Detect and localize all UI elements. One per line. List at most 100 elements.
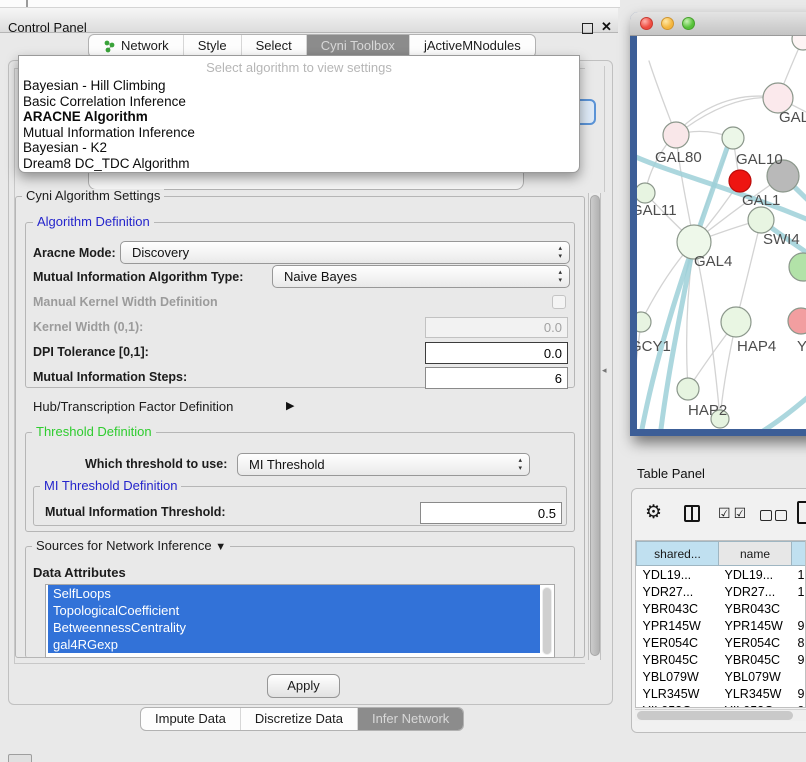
network-node-label: GAL1 <box>742 192 780 209</box>
show-columns-icon[interactable]: ☑☑ <box>718 505 749 522</box>
table-cell: YBR045C <box>637 651 719 668</box>
attributes-scrollbar[interactable] <box>542 587 552 655</box>
table-cell: YER054C <box>719 634 792 651</box>
table-row[interactable]: YDR27...YDR27...12 <box>637 583 806 600</box>
column-header-shared[interactable]: shared... <box>637 542 719 566</box>
threshold-definition-title: Threshold Definition <box>32 425 156 439</box>
table-row[interactable]: YPR145WYPR145W9. <box>637 617 806 634</box>
network-node[interactable] <box>637 183 655 203</box>
minimize-traffic-light-icon[interactable] <box>661 17 674 30</box>
tab-infer-network[interactable]: Infer Network <box>358 708 463 730</box>
tab-network[interactable]: Network <box>89 35 184 57</box>
table-header-row: shared...name <box>637 542 806 566</box>
network-node[interactable] <box>721 307 751 337</box>
divider-handle-icon[interactable]: ◂ <box>602 365 607 376</box>
table-row[interactable]: YBL079WYBL079W <box>637 668 806 685</box>
table-cell: 9. <box>792 685 806 702</box>
tab-discretize-data[interactable]: Discretize Data <box>241 708 358 730</box>
network-window-titlebar[interactable] <box>630 12 806 36</box>
table-horizontal-scrollbar[interactable] <box>635 709 806 721</box>
table-row[interactable]: YDL19...YDL19...13 <box>637 566 806 584</box>
attribute-item-selfloops[interactable]: SelfLoops <box>48 585 540 602</box>
close-traffic-light-icon[interactable] <box>640 17 653 30</box>
which-threshold-combo[interactable]: MI Threshold ▴▾ <box>237 453 530 476</box>
table-row[interactable]: YLR345WYLR345W9. <box>637 685 806 702</box>
column-header-name[interactable]: name <box>719 542 792 566</box>
settings-group-title: Cyni Algorithm Settings <box>22 189 164 203</box>
table-row[interactable]: YBR043CYBR043C <box>637 600 806 617</box>
kernel-width-field[interactable] <box>425 317 568 338</box>
dropdown-item-aracne-algorithm[interactable]: ARACNE Algorithm <box>21 109 577 125</box>
dropdown-item-mutual-information-inference[interactable]: Mutual Information Inference <box>21 125 577 141</box>
dropdown-item-bayesian-k2[interactable]: Bayesian - K2 <box>21 140 577 156</box>
network-edge-highlight[interactable] <box>755 366 806 429</box>
tab-label: jActiveMNodules <box>424 35 521 57</box>
network-node[interactable] <box>788 308 806 334</box>
split-columns-icon[interactable] <box>684 505 700 522</box>
document-icon[interactable] <box>797 501 806 524</box>
table-cell <box>792 668 806 685</box>
settings-scrollbar-thumb[interactable] <box>590 195 600 656</box>
kernel-width-label: Kernel Width (0,1): <box>33 320 143 334</box>
network-node[interactable] <box>663 122 689 148</box>
data-attributes-list[interactable]: SelfLoopsTopologicalCoefficientBetweenne… <box>45 584 555 658</box>
hub-section-label[interactable]: Hub/Transcription Factor Definition <box>33 399 233 414</box>
hide-columns-icon[interactable] <box>760 510 772 521</box>
dropdown-item-basic-correlation-inference[interactable]: Basic Correlation Inference <box>21 94 577 110</box>
network-canvas[interactable]: GALGAL80GAL10GAL11GAL1SWI4GAL4GCY1HAP4YH… <box>637 36 806 429</box>
network-tab-icon <box>103 40 116 53</box>
dpi-tolerance-field[interactable] <box>425 342 568 364</box>
attributes-scrollbar-thumb[interactable] <box>543 588 551 654</box>
network-node[interactable] <box>789 253 806 281</box>
table-row[interactable]: YIL052CYIL052C9 <box>637 702 806 708</box>
network-node[interactable] <box>637 312 651 332</box>
dropdown-item-dream8-dc-tdc-algorithm[interactable]: Dream8 DC_TDC Algorithm <box>21 156 577 172</box>
expand-right-icon[interactable]: ▶ <box>286 399 294 412</box>
tab-label: Select <box>256 35 292 57</box>
mi-steps-field[interactable] <box>425 367 568 389</box>
tab-impute-data[interactable]: Impute Data <box>141 708 241 730</box>
network-node[interactable] <box>792 36 806 50</box>
manual-kernel-checkbox[interactable] <box>552 295 566 309</box>
network-node[interactable] <box>748 207 774 233</box>
tab-jactivemnodules[interactable]: jActiveMNodules <box>410 35 535 57</box>
collapse-down-icon[interactable]: ▼ <box>215 541 226 553</box>
mi-type-combo[interactable]: Naive Bayes ▴▾ <box>272 265 570 288</box>
attribute-item-gal4rgexp[interactable]: gal4RGexp <box>48 636 540 653</box>
tab-cyni-toolbox[interactable]: Cyni Toolbox <box>307 35 410 57</box>
network-node[interactable] <box>677 378 699 400</box>
network-graph[interactable]: GALGAL80GAL10GAL11GAL1SWI4GAL4GCY1HAP4YH… <box>637 36 806 429</box>
table-cell: YER054C <box>637 634 719 651</box>
network-node-label: GAL4 <box>694 253 732 270</box>
attribute-item-topologicalcoefficient[interactable]: TopologicalCoefficient <box>48 602 540 619</box>
table-row[interactable]: YER054CYER054C8. <box>637 634 806 651</box>
network-node[interactable] <box>729 170 751 192</box>
attribute-item-betweennesscentrality[interactable]: BetweennessCentrality <box>48 619 540 636</box>
network-edge[interactable] <box>637 322 641 421</box>
table-cell: YBL079W <box>637 668 719 685</box>
network-edge[interactable] <box>736 220 761 322</box>
column-header-2[interactable] <box>792 542 806 566</box>
which-threshold-label: Which threshold to use: <box>85 457 227 471</box>
node-table[interactable]: shared...name YDL19...YDL19...13YDR27...… <box>635 540 806 708</box>
network-node[interactable] <box>722 127 744 149</box>
mi-threshold-field[interactable] <box>420 502 562 524</box>
tab-select[interactable]: Select <box>242 35 307 57</box>
gear-icon[interactable]: ⚙ <box>645 501 662 524</box>
apply-button[interactable]: Apply <box>267 674 340 698</box>
tab-style[interactable]: Style <box>184 35 242 57</box>
table-row[interactable]: YBR045CYBR045C9. <box>637 651 806 668</box>
hide-columns-icon[interactable] <box>775 510 787 521</box>
table-horizontal-scrollbar-thumb[interactable] <box>637 711 793 720</box>
float-icon[interactable] <box>582 23 593 34</box>
close-icon[interactable]: ✕ <box>601 19 612 35</box>
minimized-panel-chip[interactable] <box>8 754 32 762</box>
network-edge[interactable] <box>645 96 778 193</box>
zoom-traffic-light-icon[interactable] <box>682 17 695 30</box>
aracne-mode-value: Discovery <box>132 245 189 260</box>
algorithm-dropdown-popup: Select algorithm to view settings Bayesi… <box>18 55 580 173</box>
dropdown-item-bayesian-hill-climbing[interactable]: Bayesian - Hill Climbing <box>21 78 577 94</box>
tab-label: Cyni Toolbox <box>321 35 395 57</box>
aracne-mode-combo[interactable]: Discovery ▴▾ <box>120 241 570 264</box>
network-view-window: GALGAL80GAL10GAL11GAL1SWI4GAL4GCY1HAP4YH… <box>630 12 806 436</box>
